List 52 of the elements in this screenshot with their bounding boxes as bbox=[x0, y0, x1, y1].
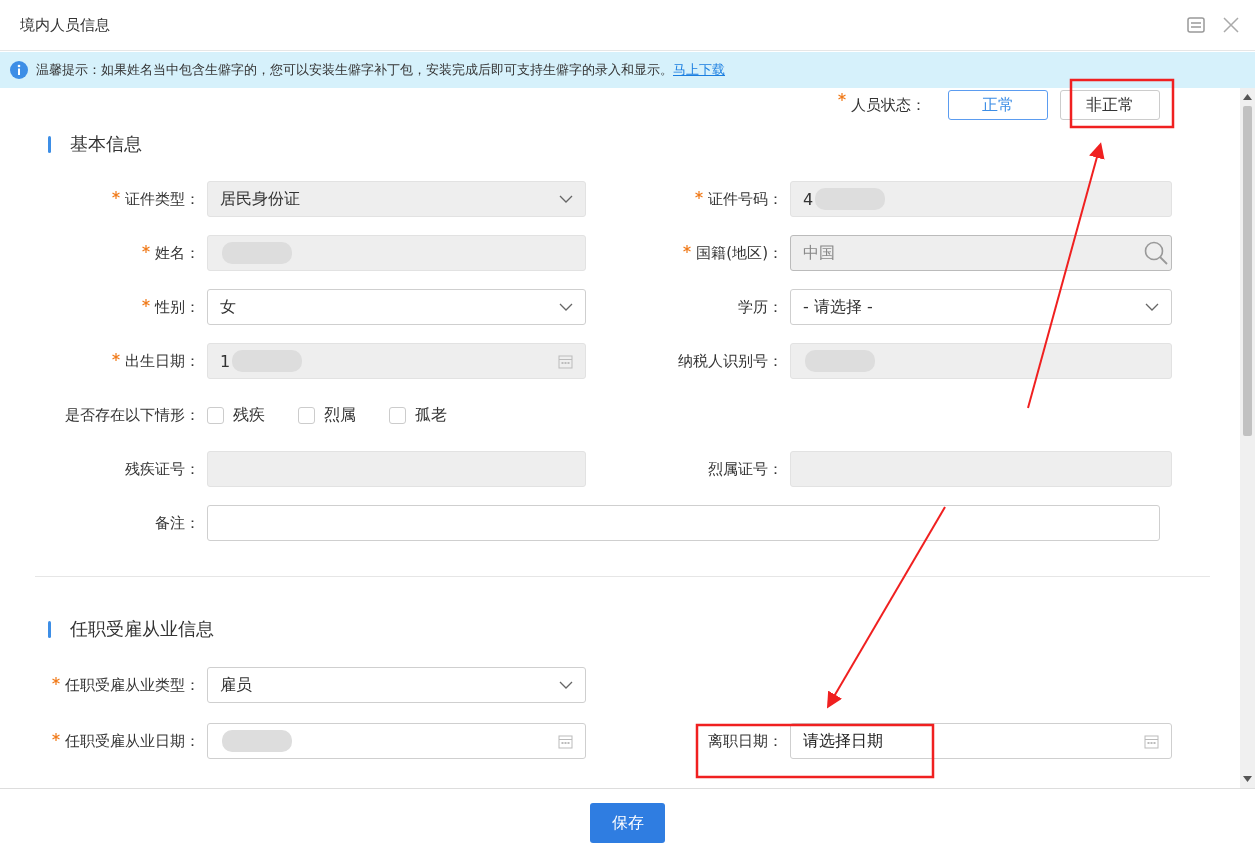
section-title: 基本信息 bbox=[70, 132, 142, 156]
chevron-down-icon bbox=[559, 195, 573, 203]
checkbox-option[interactable]: 烈属 bbox=[298, 404, 356, 426]
chevron-down-icon bbox=[559, 681, 573, 689]
field-label: 证件号码： bbox=[708, 189, 783, 209]
checkbox[interactable] bbox=[298, 406, 315, 424]
select-field[interactable]: - 请选择 - bbox=[790, 289, 1172, 325]
field-label: 姓名： bbox=[155, 243, 200, 263]
input-field[interactable] bbox=[207, 505, 1160, 541]
window-title: 境内人员信息 bbox=[20, 15, 111, 35]
field-label: 是否存在以下情形： bbox=[65, 405, 200, 425]
field-label: 出生日期： bbox=[125, 351, 200, 371]
save-button[interactable]: 保存 bbox=[590, 803, 665, 843]
info-icon bbox=[10, 61, 28, 79]
scroll-thumb[interactable] bbox=[1243, 106, 1252, 436]
field-label: 证件类型： bbox=[125, 189, 200, 209]
field-label: 烈属证号： bbox=[708, 459, 783, 479]
section-title: 任职受雇从业信息 bbox=[70, 617, 214, 641]
calendar-icon bbox=[1144, 733, 1159, 749]
checkbox[interactable] bbox=[389, 406, 406, 424]
scroll-up-icon[interactable] bbox=[1243, 94, 1252, 100]
date-field[interactable]: 请选择日期 bbox=[790, 723, 1172, 759]
checkbox-option[interactable]: 孤老 bbox=[389, 404, 447, 426]
field-label: 性别： bbox=[155, 297, 200, 317]
field-label: 备注： bbox=[155, 513, 200, 533]
status-toggle[interactable]: 非正常 bbox=[1060, 90, 1160, 120]
scroll-down-icon[interactable] bbox=[1243, 776, 1252, 782]
field-label: 国籍(地区)： bbox=[696, 243, 783, 263]
calendar-icon bbox=[558, 353, 573, 369]
select-field[interactable]: 女 bbox=[207, 289, 586, 325]
scrollbar[interactable] bbox=[1240, 88, 1255, 788]
field-label: 任职受雇从业日期： bbox=[65, 731, 200, 751]
download-link[interactable]: 马上下载 bbox=[673, 61, 725, 79]
field-label: 学历： bbox=[738, 297, 783, 317]
chevron-down-icon bbox=[1145, 303, 1159, 311]
select-field[interactable]: 雇员 bbox=[207, 667, 586, 703]
calendar-icon bbox=[558, 733, 573, 749]
close-icon[interactable] bbox=[1223, 17, 1239, 33]
window-icon[interactable] bbox=[1187, 17, 1205, 33]
field-label: 残疾证号： bbox=[125, 459, 200, 479]
field-label: 人员状态： bbox=[851, 95, 926, 115]
field-label: 离职日期： bbox=[708, 731, 783, 751]
section-marker bbox=[48, 620, 51, 638]
status-toggle[interactable]: 正常 bbox=[948, 90, 1048, 120]
field-label: 任职受雇从业类型： bbox=[65, 675, 200, 695]
field-label: 纳税人识别号： bbox=[678, 351, 783, 371]
checkbox-option[interactable]: 残疾 bbox=[207, 404, 265, 426]
date-field[interactable] bbox=[207, 723, 586, 759]
chevron-down-icon bbox=[559, 303, 573, 311]
notice-text: 温馨提示：如果姓名当中包含生僻字的，您可以安装生僻字补丁包，安装完成后即可支持生僻字的录入和显示。 bbox=[36, 61, 673, 79]
checkbox[interactable] bbox=[207, 406, 224, 424]
section-marker bbox=[48, 135, 51, 153]
